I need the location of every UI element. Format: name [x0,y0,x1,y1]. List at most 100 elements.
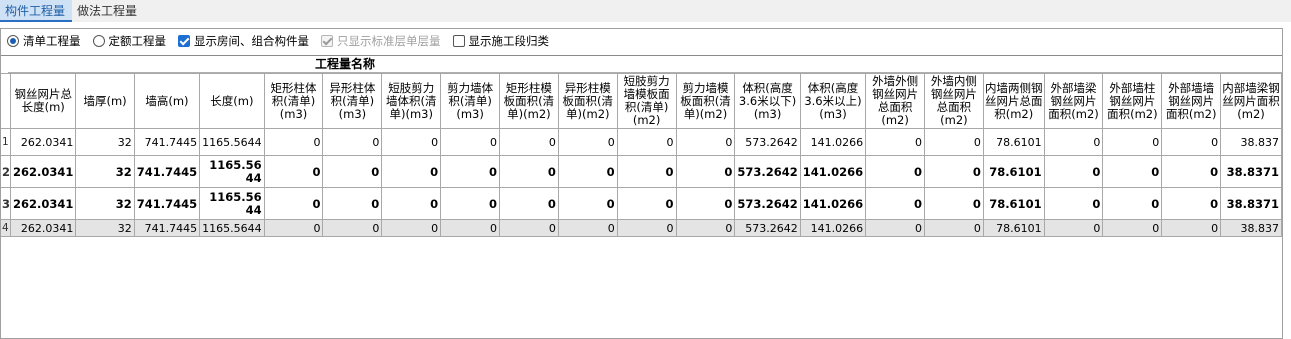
table-cell[interactable]: 0 [1043,128,1104,156]
checkbox-show-rooms[interactable]: 显示房间、组合构件量 [178,33,309,49]
table-cell[interactable]: 141.0266 [799,155,867,188]
column-header[interactable]: 内墙两侧钢丝网片总面积(m2) [982,73,1045,129]
table-cell[interactable]: 32 [75,128,135,156]
table-cell[interactable]: 78.6101 [982,155,1045,188]
table-cell[interactable]: 0 [1043,219,1104,237]
column-header[interactable]: 矩形柱模板面积(清单)(m2) [499,73,559,129]
column-header[interactable]: 内部墙梁钢丝网片面积(m2) [1220,73,1282,129]
table-cell[interactable]: 0 [440,187,500,220]
table-cell[interactable]: 0 [924,128,984,156]
table-cell[interactable]: 0 [499,155,559,188]
table-cell[interactable]: 0 [557,219,618,237]
table-cell[interactable]: 0 [1043,155,1104,188]
column-header[interactable]: 长度(m) [199,73,265,129]
column-header[interactable]: 剪力墙体积(清单)(m3) [440,73,500,129]
table-cell[interactable]: 0 [675,155,736,188]
table-cell[interactable]: 262.0341 [10,187,77,220]
table-cell[interactable]: 1165.5644 [199,219,265,237]
table-cell[interactable]: 141.0266 [799,187,867,220]
table-cell[interactable]: 0 [557,155,618,188]
column-header[interactable]: 外部墙柱钢丝网片面积(m2) [1102,73,1163,129]
table-cell[interactable]: 0 [440,155,500,188]
table-cell[interactable]: 262.0341 [10,219,77,237]
column-header[interactable]: 剪力墙模板面积(清单)(m2) [675,73,736,129]
table-cell[interactable]: 262.0341 [10,128,77,156]
table-cell[interactable]: 0 [1161,219,1222,237]
table-cell[interactable]: 0 [1161,187,1222,220]
column-header[interactable]: 墙厚(m) [75,73,135,129]
table-cell[interactable]: 0 [616,155,677,188]
table-cell[interactable]: 0 [1043,187,1104,220]
column-header[interactable]: 钢丝网片总长度(m) [10,73,77,129]
radio-unselected-icon[interactable] [92,35,105,47]
table-cell[interactable]: 0 [865,155,925,188]
table-cell[interactable]: 0 [263,155,324,188]
radio-selected-icon[interactable] [7,35,19,47]
table-cell[interactable]: 0 [499,187,559,220]
table-cell[interactable]: 0 [675,219,736,237]
table-cell[interactable]: 0 [865,128,925,156]
table-cell[interactable]: 0 [440,128,500,156]
checkbox-unchecked-icon[interactable] [452,35,465,47]
table-cell[interactable]: 0 [263,187,324,220]
table-cell[interactable]: 32 [75,219,135,237]
checkbox-show-stage[interactable]: 显示施工段归类 [452,33,549,49]
table-cell[interactable]: 0 [675,128,736,156]
table-cell[interactable]: 32 [75,187,135,220]
radio-list-quantity[interactable]: 清单工程量 [7,33,81,49]
table-cell[interactable]: 0 [322,219,383,237]
table-cell[interactable]: 0 [616,128,677,156]
column-header[interactable]: 体积(高度3.6米以上)(m3) [799,73,867,129]
table-cell[interactable]: 38.8371 [1220,187,1282,220]
table-cell[interactable]: 0 [616,219,677,237]
table-cell[interactable]: 141.0266 [799,219,867,237]
column-header[interactable]: 外部墙墙钢丝网片面积(m2) [1161,73,1222,129]
table-cell[interactable]: 1165.5644 [199,128,265,156]
table-cell[interactable]: 573.2642 [734,219,801,237]
table-cell[interactable]: 0 [381,128,442,156]
table-cell[interactable]: 1165.5644 [199,187,265,220]
column-header[interactable]: 短肢剪力墙体积(清单)(m3) [381,73,442,129]
table-cell[interactable]: 0 [499,219,559,237]
table-cell[interactable]: 38.837 [1220,128,1282,156]
table-cell[interactable]: 0 [263,219,324,237]
column-header[interactable]: 异形柱体积(清单)(m3) [322,73,383,129]
table-cell[interactable]: 262.0341 [10,155,77,188]
table-cell[interactable]: 38.8371 [1220,155,1282,188]
table-cell[interactable]: 0 [865,187,925,220]
table-cell[interactable]: 0 [924,219,984,237]
tab-method-quantity[interactable]: 做法工程量 [72,0,150,22]
table-cell[interactable]: 0 [322,128,383,156]
column-header[interactable]: 外墙内侧钢丝网片总面积(m2) [924,73,984,129]
table-cell[interactable]: 141.0266 [799,128,867,156]
table-cell[interactable]: 1165.5644 [199,155,265,188]
column-header[interactable]: 矩形柱体积(清单)(m3) [263,73,324,129]
table-cell[interactable]: 0 [1102,219,1163,237]
table-cell[interactable]: 78.6101 [982,187,1045,220]
column-header[interactable]: 外墙外侧钢丝网片总面积(m2) [865,73,925,129]
table-cell[interactable]: 0 [557,128,618,156]
table-cell[interactable]: 573.2642 [734,187,801,220]
column-header[interactable]: 短肢剪力墙模板面积(清单)(m2) [616,73,677,129]
table-cell[interactable]: 0 [1102,187,1163,220]
column-header[interactable]: 体积(高度3.6米以下)(m3) [734,73,801,129]
table-cell[interactable]: 741.7445 [133,219,201,237]
table-cell[interactable]: 741.7445 [133,187,201,220]
table-cell[interactable]: 573.2642 [734,128,801,156]
table-cell[interactable]: 0 [440,219,500,237]
column-header[interactable]: 墙高(m) [133,73,201,129]
table-cell[interactable]: 0 [499,128,559,156]
table-cell[interactable]: 0 [865,219,925,237]
table-cell[interactable]: 0 [1161,155,1222,188]
table-cell[interactable]: 0 [1102,155,1163,188]
table-cell[interactable]: 0 [675,187,736,220]
table-cell[interactable]: 0 [322,187,383,220]
table-cell[interactable]: 0 [381,187,442,220]
table-cell[interactable]: 32 [75,155,135,188]
table-cell[interactable]: 0 [381,219,442,237]
table-cell[interactable]: 0 [616,187,677,220]
table-cell[interactable]: 78.6101 [982,128,1045,156]
column-header[interactable]: 外部墙梁钢丝网片面积(m2) [1043,73,1104,129]
checkbox-checked-icon[interactable] [178,35,190,47]
table-cell[interactable]: 38.837 [1220,219,1282,237]
